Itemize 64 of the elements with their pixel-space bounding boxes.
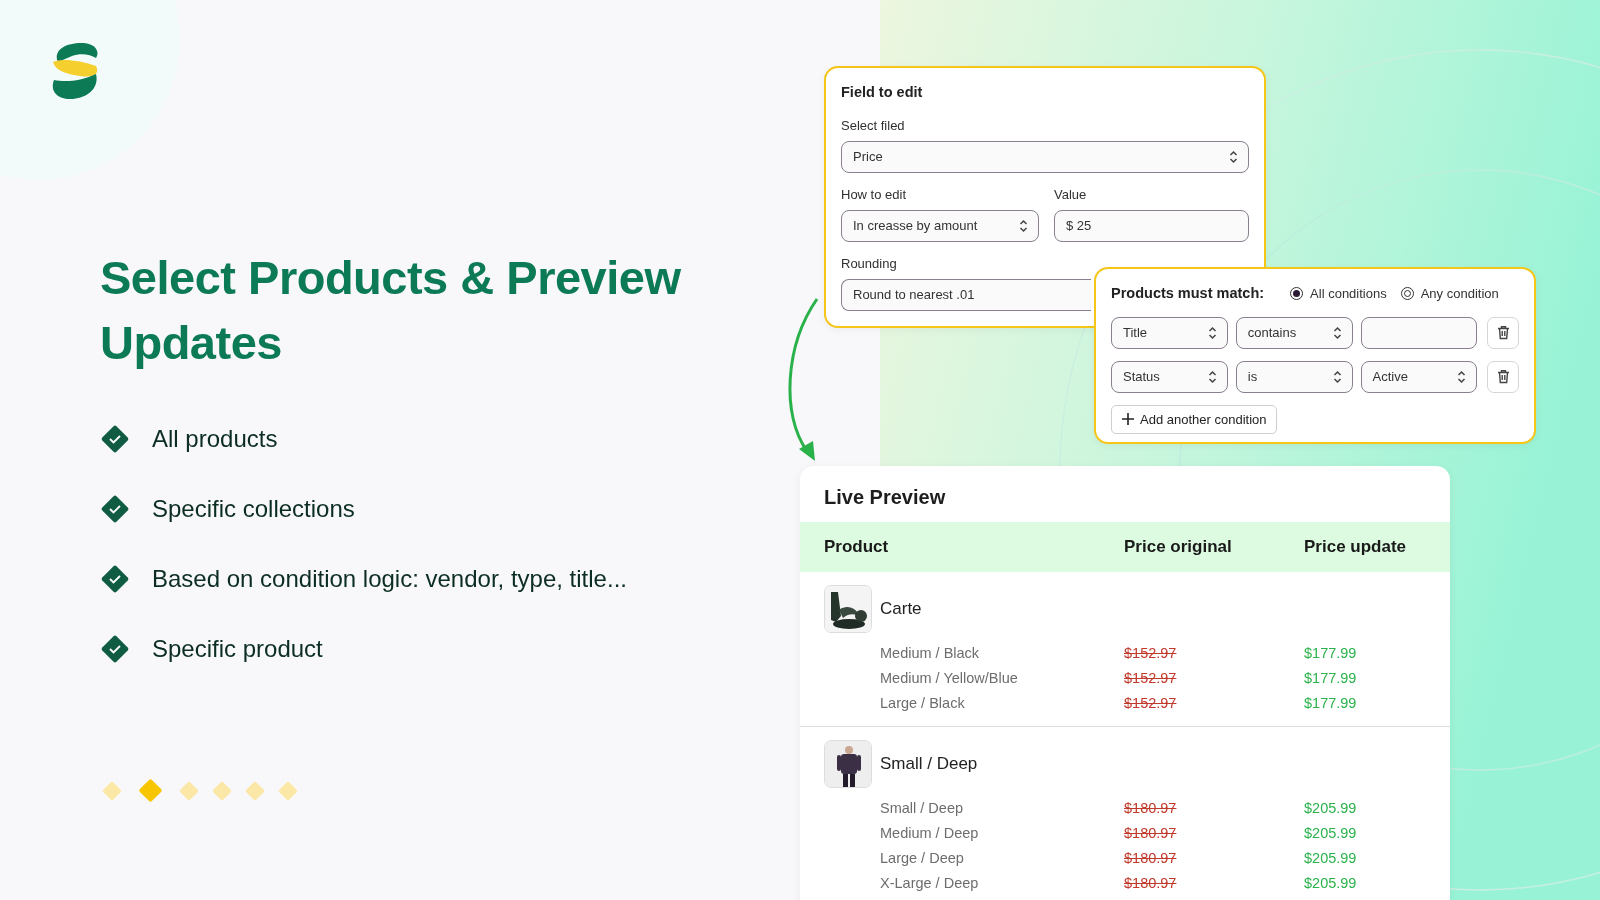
original-price: $152.97 [1124,668,1178,688]
dropdown[interactable]: Status [1111,360,1228,393]
trash-icon [1496,325,1510,341]
add-condition-button[interactable]: Add another condition [1111,404,1278,434]
select-arrows-icon [1457,369,1467,384]
feature-text: Specific product [152,634,323,664]
feature-text: All products [152,424,278,454]
column-header: Product [824,536,890,559]
card-title: Live Preview [823,485,947,510]
dropdown[interactable]: In creasse by amount [841,209,1039,242]
original-price: $180.97 [1124,848,1178,868]
delete-button[interactable] [1487,360,1519,393]
original-price: $152.97 [1124,643,1178,663]
field-label: Select filed [841,117,906,134]
variant-name: Medium / Yellow/Blue [880,668,1019,688]
select-arrows-icon [1332,325,1342,340]
input-field[interactable]: Round to nearest .01 [841,278,1091,311]
updated-price: $177.99 [1304,668,1357,688]
updated-price: $205.99 [1304,823,1357,843]
logo-icon [50,40,100,102]
variant-name: Medium / Black [880,643,981,663]
select-arrows-icon [1207,369,1217,384]
feature-text: Based on condition logic: vendor, type, title... [152,564,627,594]
select-arrows-icon [1229,149,1238,164]
select-arrows-icon [1019,218,1028,233]
field-label: How to edit [841,186,908,203]
feature-text: Specific collections [152,494,355,524]
original-price: $152.97 [1124,693,1178,713]
panel-title: Field to edit [841,83,924,102]
dropdown[interactable]: Active [1360,360,1478,393]
updated-price: $205.99 [1304,848,1357,868]
panel-title: Products must match: [1111,284,1265,303]
product-name: Small / Deep [880,753,978,776]
field-label: Rounding [841,255,898,272]
updated-price: $177.99 [1304,643,1357,663]
plus-icon [1122,413,1134,426]
original-price: $180.97 [1124,798,1178,818]
dropdown[interactable]: Title [1111,316,1228,349]
column-header: Price update [1304,536,1407,559]
trash-icon [1496,369,1510,385]
dropdown[interactable]: Price [841,140,1249,173]
updated-price: $205.99 [1304,798,1357,818]
select-arrows-icon [1332,369,1342,384]
updated-price: $177.99 [1304,693,1357,713]
variant-name: Medium / Deep [880,823,980,843]
product-name: Carte [880,598,922,621]
page-heading: Select Products & Preview Updates [100,250,682,371]
column-header: Price original [1124,536,1233,559]
delete-button[interactable] [1487,316,1519,349]
variant-name: X-Large / Deep [880,873,980,893]
variant-name: Large / Deep [880,848,965,868]
original-price: $180.97 [1124,823,1178,843]
select-arrows-icon [1207,325,1217,340]
dropdown[interactable]: is [1235,360,1353,393]
variant-name: Small / Deep [880,798,964,818]
field-label: Value [1054,186,1088,203]
radio-option[interactable]: Any condition [1400,284,1499,304]
variant-name: Large / Black [880,693,966,713]
input-field[interactable]: $ 25 [1054,209,1249,242]
original-price: $180.97 [1124,873,1178,893]
input-field[interactable] [1360,316,1478,349]
dropdown[interactable]: contains [1235,316,1353,349]
radio-option[interactable]: All conditions [1290,284,1387,304]
updated-price: $205.99 [1304,873,1357,893]
